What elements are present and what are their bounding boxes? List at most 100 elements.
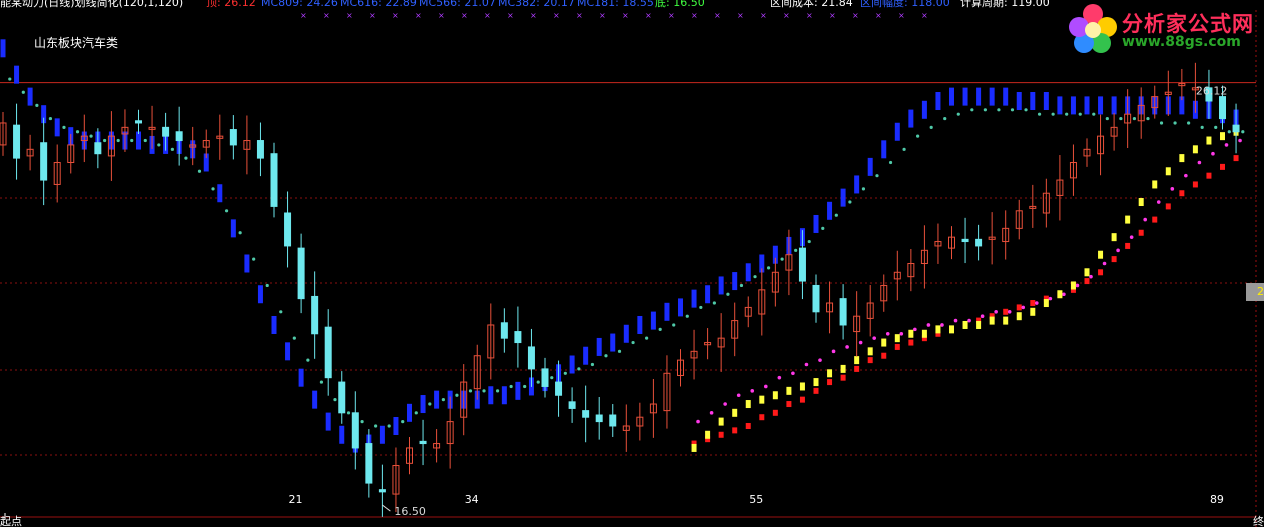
yellow-band-block (908, 329, 914, 338)
candle-body (162, 126, 170, 137)
teal-dot (577, 367, 581, 371)
red-band-block (745, 422, 751, 429)
blue-band-block (854, 175, 860, 194)
red-band-block (1003, 308, 1009, 315)
header-cross-mark: × (852, 11, 859, 20)
yellow-band-block (827, 369, 833, 378)
low-price-pointer (382, 504, 391, 512)
ma-label-4: MC382: 20.17 (498, 0, 575, 9)
candle-body (812, 284, 820, 313)
teal-dot (794, 248, 798, 252)
teal-dot (143, 138, 147, 143)
blue-band-block (678, 298, 683, 317)
teal-dot (374, 424, 378, 428)
magenta-dot (1035, 301, 1039, 305)
blue-band-block (271, 315, 277, 334)
blue-band-block (298, 368, 304, 387)
teal-dot (306, 358, 310, 362)
blue-band-block (1030, 92, 1036, 111)
yellow-band-block (1138, 198, 1144, 207)
blue-band-block (1003, 87, 1009, 106)
yellow-band-block (745, 400, 751, 409)
teal-dot (21, 90, 25, 94)
blue-band-block (705, 285, 711, 304)
candlestick-chart[interactable]: 26.12 16.50 21 34 55 89 山东板块汽车类起点 终 × × × × × × × × × × × ×… (0, 0, 1264, 527)
header-cross-mark: × (392, 11, 399, 20)
teal-dot (699, 305, 703, 310)
blue-band-block (827, 201, 833, 220)
candle-body (798, 247, 806, 282)
header-cross-mark: × (438, 11, 445, 20)
header-cross-mark: × (599, 11, 606, 20)
candle-body (13, 124, 21, 159)
teal-dot (1132, 116, 1137, 121)
red-band-block (854, 365, 860, 372)
logo-url[interactable]: www.88gs.com (1122, 34, 1241, 50)
teal-dot (279, 310, 283, 314)
magenta-dot (967, 318, 971, 323)
blue-band-block (908, 109, 914, 128)
yellow-band-block (881, 338, 887, 347)
red-band-block (894, 343, 900, 350)
magenta-dot (1021, 305, 1026, 310)
teal-dot (631, 340, 635, 345)
red-band-block (1030, 300, 1036, 307)
blue-band-block (921, 100, 927, 119)
magenta-dot (1116, 248, 1120, 253)
teal-dot (62, 125, 66, 129)
blue-band-block (1098, 96, 1104, 115)
header-cross-mark: × (507, 11, 514, 20)
yellow-band-block (840, 364, 846, 373)
header-cross-mark: × (783, 11, 790, 20)
yellow-band-block (989, 316, 995, 325)
candle-body (284, 212, 292, 247)
red-band-block (718, 431, 724, 438)
teal-dot (1214, 125, 1218, 129)
yellow-band-block (1070, 281, 1076, 290)
magenta-dot (1184, 173, 1188, 178)
red-band-block (1179, 190, 1185, 197)
blue-band-block (976, 87, 982, 106)
teal-dot (983, 108, 987, 112)
header-cross-mark: × (829, 11, 836, 20)
candle-body (595, 414, 603, 423)
magenta-dot (1224, 143, 1229, 147)
blue-band-block (962, 87, 968, 106)
yellow-band-block (691, 443, 697, 452)
header-cross-mark: × (921, 11, 928, 20)
teal-dot (888, 160, 893, 165)
teal-dot (956, 112, 960, 116)
candle-body (338, 381, 346, 414)
ma-label-1: MC809: 24.26 (261, 0, 338, 9)
magenta-dot (1075, 283, 1080, 288)
teal-dot (238, 231, 242, 235)
yellow-band-block (1030, 307, 1036, 316)
yellow-band-block (705, 430, 711, 439)
header-cross-mark: × (622, 11, 629, 20)
candle-body (311, 295, 319, 335)
right-axis-tag: 2 (1246, 283, 1264, 301)
yellow-band-block (1152, 180, 1158, 189)
bottom-value-label: 底: 16.50 (655, 0, 705, 9)
teal-dot (1159, 121, 1164, 125)
site-logo: 分析家公式网 www.88gs.com (1064, 0, 1260, 58)
blue-band-block (840, 188, 846, 207)
teal-dot (292, 336, 296, 340)
candle-body (961, 238, 969, 243)
red-band-block (732, 427, 738, 434)
yellow-band-block (1179, 154, 1185, 163)
x-tick-label: 89 (1210, 493, 1224, 506)
yellow-band-block (759, 395, 765, 404)
candle-body (324, 326, 332, 379)
teal-dot (333, 398, 337, 402)
teal-dot (401, 420, 405, 424)
blue-band-block (650, 311, 656, 330)
magenta-dot (736, 393, 741, 398)
blue-band-block (881, 140, 887, 159)
blue-band-block (14, 65, 20, 84)
yellow-band-block (813, 378, 819, 387)
magenta-dot (777, 375, 782, 380)
teal-dot (387, 424, 391, 428)
header-cross-mark: × (668, 11, 675, 20)
teal-dot (89, 134, 93, 138)
